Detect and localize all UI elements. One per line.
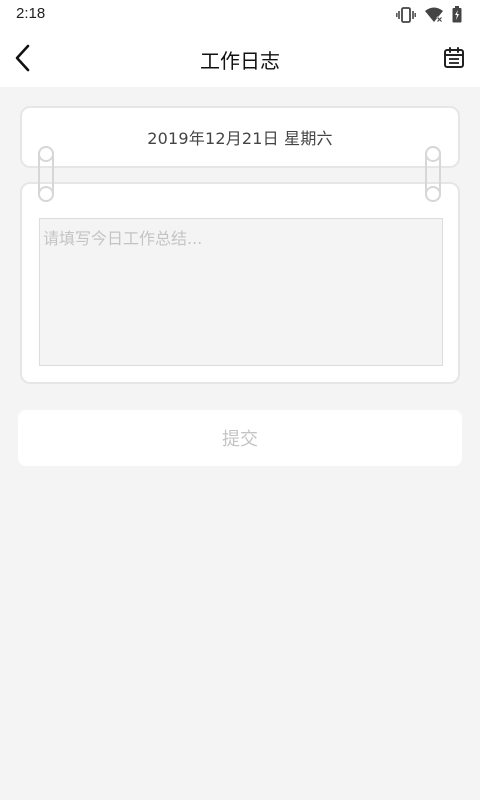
date-label: 2019年12月21日 星期六	[147, 129, 333, 148]
calendar-icon	[444, 47, 464, 68]
calendar-button[interactable]	[442, 46, 466, 70]
wifi-icon	[424, 7, 444, 23]
vibrate-icon	[396, 6, 416, 23]
battery-charging-icon	[452, 6, 462, 23]
log-card	[20, 182, 460, 384]
date-card[interactable]: 2019年12月21日 星期六	[20, 106, 460, 168]
binder-ring-right	[425, 146, 441, 202]
app-bar: 工作日志	[0, 30, 480, 87]
binder-ring-left	[38, 146, 54, 202]
submit-button[interactable]: 提交	[18, 410, 462, 466]
work-summary-input[interactable]	[39, 218, 443, 366]
app-screen: 2:18 工作日志 2019年12月21日 星期六 请填写今日工作总结... 提…	[0, 0, 480, 800]
status-bar: 2:18	[0, 0, 480, 30]
page-title: 工作日志	[200, 49, 280, 73]
status-icons	[396, 6, 462, 23]
status-time: 2:18	[16, 5, 46, 22]
